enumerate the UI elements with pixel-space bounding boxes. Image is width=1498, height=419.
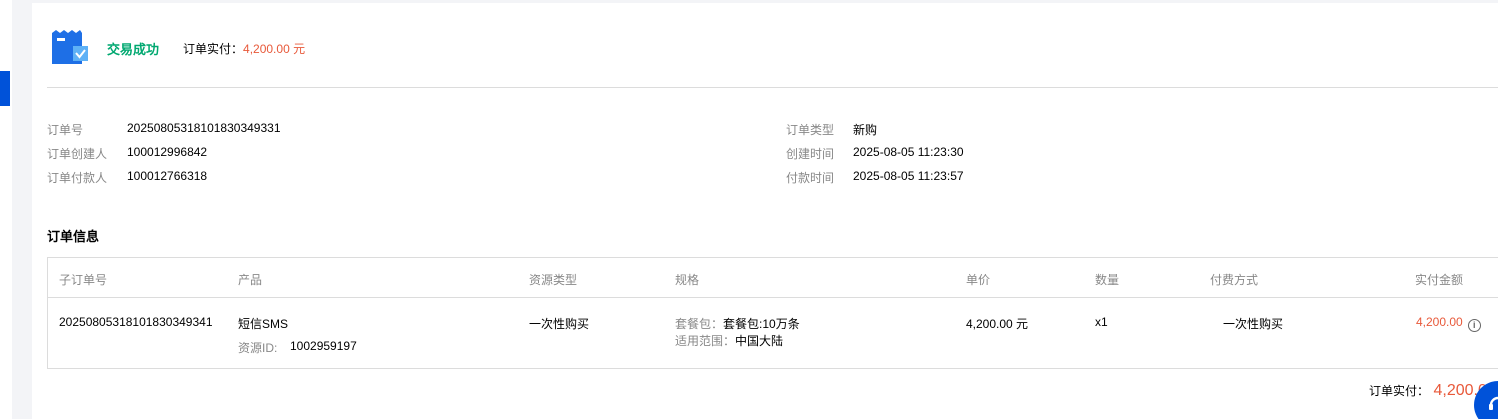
column-header-resource-type: 资源类型 (529, 273, 578, 287)
info-label: 付款时间 (786, 171, 835, 185)
info-label: 创建时间 (786, 147, 835, 161)
info-value: 100012996842 (127, 145, 208, 159)
spec-package: 套餐包：套餐包:10万条 (675, 315, 800, 332)
paid-amount: 4,200.00 i (1416, 315, 1481, 332)
paid-label: 订单实付： (183, 41, 244, 56)
info-value: 20250805318101830349331 (127, 121, 281, 135)
column-header-paid-amount: 实付金额 (1415, 273, 1464, 287)
order-status-row: 交易成功 订单实付： 4,200.00 元 (52, 30, 305, 66)
info-label: 订单创建人 (47, 147, 108, 161)
resource-type: 一次性购买 (529, 317, 590, 331)
total-label: 订单实付： (1369, 384, 1430, 398)
column-header-quantity: 数量 (1095, 273, 1120, 287)
info-value: 2025-08-05 11:23:57 (853, 169, 964, 183)
spec-scope-value: 中国大陆 (735, 334, 784, 348)
resource-id-value: 1002959197 (290, 339, 357, 353)
info-label: 订单号 (47, 123, 84, 137)
column-header-unit-price: 单价 (966, 273, 991, 287)
spec-package-value: 套餐包:10万条 (723, 317, 800, 331)
left-sidebar (0, 0, 12, 419)
divider (47, 87, 1498, 88)
unit-price: 4,200.00 元 (966, 317, 1029, 331)
paid-value: 4,200.00 元 (243, 41, 306, 56)
paid-amount-value: 4,200.00 (1416, 315, 1463, 329)
info-label: 订单付款人 (47, 171, 108, 185)
receipt-check-icon (52, 30, 92, 66)
quantity: x1 (1095, 315, 1108, 329)
column-header-product: 产品 (238, 273, 263, 287)
info-label: 订单类型 (786, 123, 835, 137)
resource-id-label: 资源ID: (238, 341, 278, 355)
order-total: 订单实付： 4,200.0 (1369, 382, 1487, 400)
info-value: 100012766318 (127, 169, 208, 183)
spec-scope: 适用范围：中国大陆 (675, 332, 783, 349)
column-header-billing-mode: 付费方式 (1210, 273, 1259, 287)
column-header-sub-order: 子订单号 (59, 273, 108, 287)
column-header-spec: 规格 (675, 273, 700, 287)
info-circle-icon[interactable]: i (1467, 319, 1481, 332)
info-value: 新购 (853, 123, 878, 137)
info-value: 2025-08-05 11:23:30 (853, 145, 964, 159)
billing-mode: 一次性购买 (1223, 317, 1284, 331)
sub-order-id: 20250805318101830349341 (59, 315, 213, 329)
table-header: 子订单号 产品 资源类型 规格 单价 数量 付费方式 实付金额 (48, 258, 1498, 298)
spec-package-label: 套餐包： (675, 317, 724, 331)
section-title: 订单信息 (47, 229, 100, 244)
status-text: 交易成功 (107, 41, 160, 57)
spec-scope-label: 适用范围： (675, 334, 736, 348)
product-name: 短信SMS (238, 317, 289, 331)
order-items-table: 子订单号 产品 资源类型 规格 单价 数量 付费方式 实付金额 20250805… (47, 257, 1498, 369)
sidebar-active-indicator (0, 71, 10, 106)
